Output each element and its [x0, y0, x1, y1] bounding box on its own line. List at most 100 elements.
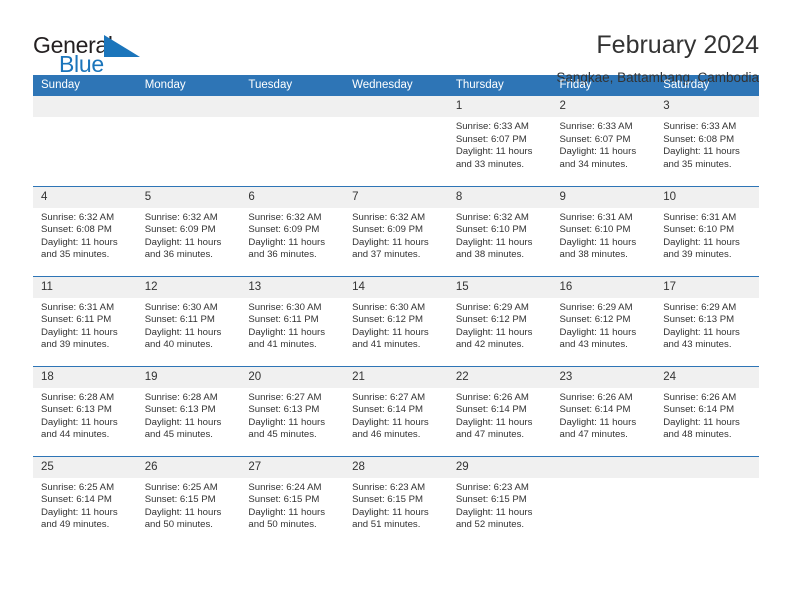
calendar-day-cell[interactable]: 17 Sunrise: 6:29 AM Sunset: 6:13 PM Dayligh…: [655, 275, 759, 366]
daylight-duration-line1: Daylight: 11 hours: [248, 236, 326, 248]
sunset-time: Sunset: 6:12 PM: [352, 314, 424, 326]
daylight-duration-line1: Daylight: 11 hours: [144, 326, 222, 338]
day-number: 26: [136, 456, 241, 478]
daylight-duration-line1: Daylight: 11 hours: [455, 146, 533, 158]
daylight-duration-line1: Daylight: 11 hours: [559, 146, 637, 158]
sunrise-time: Sunrise: 6:32 AM: [248, 211, 322, 223]
daylight-duration-line2: and 35 minutes.: [41, 249, 110, 261]
day-number: 16: [551, 276, 656, 298]
daylight-duration-line1: Daylight: 11 hours: [352, 506, 429, 518]
day-number: 8: [447, 186, 552, 208]
calendar-day-cell[interactable]: 1 Sunrise: 6:33 AM Sunset: 6:07 PM Daylight…: [447, 96, 552, 186]
daylight-duration-line1: Daylight: 11 hours: [248, 326, 326, 338]
sunrise-time: Sunrise: 6:31 AM: [663, 211, 737, 223]
daylight-duration-line1: Daylight: 11 hours: [455, 236, 533, 248]
daylight-duration-line2: and 34 minutes.: [559, 158, 628, 170]
sunset-time: Sunset: 6:15 PM: [455, 494, 527, 506]
daylight-duration-line1: Daylight: 11 hours: [41, 506, 118, 518]
calendar-day-cell[interactable]: 10 Sunrise: 6:31 AM Sunset: 6:10 PM Dayligh…: [655, 185, 759, 276]
sunset-time: Sunset: 6:13 PM: [41, 404, 112, 416]
daylight-duration-line1: Daylight: 11 hours: [248, 506, 326, 518]
calendar-day-cell[interactable]: 9 Sunrise: 6:31 AM Sunset: 6:10 PM Daylight…: [551, 185, 656, 276]
sunrise-time: Sunrise: 6:25 AM: [41, 481, 115, 493]
calendar-day-cell[interactable]: 21 Sunrise: 6:27 AM Sunset: 6:14 PM Dayligh…: [344, 365, 448, 456]
sunset-time: Sunset: 6:08 PM: [663, 133, 735, 145]
calendar-day-cell[interactable]: 12 Sunrise: 6:30 AM Sunset: 6:11 PM Dayligh…: [136, 275, 241, 366]
calendar-day-cell[interactable]: 25 Sunrise: 6:25 AM Sunset: 6:14 PM Dayligh…: [33, 455, 137, 546]
calendar-body: 1 Sunrise: 6:33 AM Sunset: 6:07 PM Daylight…: [33, 96, 759, 546]
calendar-day-cell[interactable]: 27 Sunrise: 6:24 AM Sunset: 6:15 PM Dayligh…: [240, 455, 345, 546]
day-details: Sunrise: 6:33 AM Sunset: 6:08 PM Daylight:…: [655, 117, 759, 171]
calendar-day-cell[interactable]: 22 Sunrise: 6:26 AM Sunset: 6:14 PM Dayligh…: [447, 365, 552, 456]
calendar-day-cell[interactable]: 19 Sunrise: 6:28 AM Sunset: 6:13 PM Dayligh…: [136, 365, 241, 456]
day-details: Sunrise: 6:32 AM Sunset: 6:09 PM Daylight:…: [344, 208, 448, 262]
calendar-day-cell[interactable]: 26 Sunrise: 6:25 AM Sunset: 6:15 PM Dayligh…: [136, 455, 241, 546]
calendar-day-cell[interactable]: 18 Sunrise: 6:28 AM Sunset: 6:13 PM Dayligh…: [33, 365, 137, 456]
sunrise-time: Sunrise: 6:29 AM: [455, 301, 529, 313]
sunrise-time: Sunrise: 6:32 AM: [455, 211, 529, 223]
calendar-day-cell[interactable]: 16 Sunrise: 6:29 AM Sunset: 6:12 PM Dayligh…: [551, 275, 656, 366]
sunrise-sunset-calendar: Sunday Monday Tuesday Wednesday Thursday Frid…: [33, 75, 759, 546]
calendar-day-cell[interactable]: 23 Sunrise: 6:26 AM Sunset: 6:14 PM Dayligh…: [551, 365, 656, 456]
day-number: 22: [447, 366, 552, 388]
day-number: [344, 96, 448, 117]
daylight-duration-line2: and 42 minutes.: [455, 339, 525, 351]
daylight-duration-line2: and 50 minutes.: [144, 519, 213, 531]
daylight-duration-line2: and 51 minutes.: [352, 519, 421, 531]
general-blue-logo[interactable]: General Blue: [33, 30, 145, 78]
page-title: February 2024: [596, 31, 759, 59]
sunrise-time: Sunrise: 6:32 AM: [144, 211, 218, 223]
daylight-duration-line1: Daylight: 11 hours: [455, 416, 533, 428]
daylight-duration-line1: Daylight: 11 hours: [559, 416, 637, 428]
calendar-day-cell[interactable]: 5 Sunrise: 6:32 AM Sunset: 6:09 PM Daylight…: [136, 185, 241, 276]
day-number: 21: [344, 366, 448, 388]
sunset-time: Sunset: 6:14 PM: [559, 404, 631, 416]
sunrise-time: Sunrise: 6:28 AM: [41, 391, 115, 403]
calendar-day-cell[interactable]: 14 Sunrise: 6:30 AM Sunset: 6:12 PM Dayligh…: [344, 275, 448, 366]
day-details: Sunrise: 6:26 AM Sunset: 6:14 PM Daylight:…: [655, 388, 759, 442]
calendar-cell-empty: [136, 96, 241, 186]
daylight-duration-line1: Daylight: 11 hours: [144, 416, 222, 428]
calendar-day-cell[interactable]: 29 Sunrise: 6:23 AM Sunset: 6:15 PM Dayligh…: [447, 455, 552, 546]
day-details: Sunrise: 6:27 AM Sunset: 6:13 PM Daylight:…: [240, 388, 344, 442]
sunrise-time: Sunrise: 6:23 AM: [455, 481, 529, 493]
daylight-duration-line2: and 39 minutes.: [663, 249, 732, 261]
calendar-day-cell[interactable]: 2 Sunrise: 6:33 AM Sunset: 6:07 PM Daylight…: [551, 96, 656, 186]
day-details: Sunrise: 6:25 AM Sunset: 6:14 PM Daylight:…: [33, 478, 137, 532]
calendar-day-cell[interactable]: 11 Sunrise: 6:31 AM Sunset: 6:11 PM Dayligh…: [33, 275, 137, 366]
sunset-time: Sunset: 6:14 PM: [41, 494, 112, 506]
calendar-cell-empty: [551, 455, 656, 546]
day-number: 29: [447, 456, 552, 478]
calendar-day-cell[interactable]: 20 Sunrise: 6:27 AM Sunset: 6:13 PM Dayligh…: [240, 365, 345, 456]
sunrise-time: Sunrise: 6:32 AM: [41, 211, 115, 223]
calendar-day-cell[interactable]: 24 Sunrise: 6:26 AM Sunset: 6:14 PM Dayligh…: [655, 365, 759, 456]
sunrise-time: Sunrise: 6:27 AM: [248, 391, 322, 403]
sunrise-time: Sunrise: 6:26 AM: [559, 391, 633, 403]
day-details: Sunrise: 6:31 AM Sunset: 6:10 PM Daylight:…: [655, 208, 759, 262]
day-number: 17: [655, 276, 759, 298]
daylight-duration-line1: Daylight: 11 hours: [41, 326, 118, 338]
day-number: 1: [447, 96, 552, 117]
day-number: 19: [136, 366, 241, 388]
sunset-time: Sunset: 6:10 PM: [455, 224, 527, 236]
daylight-duration-line2: and 41 minutes.: [248, 339, 317, 351]
sunset-time: Sunset: 6:14 PM: [663, 404, 735, 416]
calendar-day-cell[interactable]: 6 Sunrise: 6:32 AM Sunset: 6:09 PM Daylight…: [240, 185, 345, 276]
calendar-day-cell[interactable]: 7 Sunrise: 6:32 AM Sunset: 6:09 PM Daylight…: [344, 185, 448, 276]
day-details: Sunrise: 6:33 AM Sunset: 6:07 PM Daylight:…: [448, 117, 552, 171]
calendar-day-cell[interactable]: 13 Sunrise: 6:30 AM Sunset: 6:11 PM Dayligh…: [240, 275, 345, 366]
sunset-time: Sunset: 6:11 PM: [248, 314, 319, 326]
calendar-day-cell[interactable]: 4 Sunrise: 6:32 AM Sunset: 6:08 PM Daylight…: [33, 185, 137, 276]
calendar-day-cell[interactable]: 8 Sunrise: 6:32 AM Sunset: 6:10 PM Daylight…: [447, 185, 552, 276]
sunset-time: Sunset: 6:09 PM: [144, 224, 216, 236]
daylight-duration-line2: and 41 minutes.: [352, 339, 421, 351]
day-details: Sunrise: 6:23 AM Sunset: 6:15 PM Daylight:…: [344, 478, 448, 532]
sunrise-time: Sunrise: 6:31 AM: [559, 211, 633, 223]
calendar-day-cell[interactable]: 15 Sunrise: 6:29 AM Sunset: 6:12 PM Dayligh…: [447, 275, 552, 366]
calendar-cell-empty: [240, 96, 345, 186]
day-details: Sunrise: 6:24 AM Sunset: 6:15 PM Daylight:…: [240, 478, 344, 532]
calendar-day-cell[interactable]: 3 Sunrise: 6:33 AM Sunset: 6:08 PM Daylight…: [655, 96, 759, 186]
calendar-day-cell[interactable]: 28 Sunrise: 6:23 AM Sunset: 6:15 PM Dayligh…: [344, 455, 448, 546]
page-header: General Blue February 2024 Sangkae, Batt…: [33, 0, 759, 85]
daylight-duration-line2: and 47 minutes.: [455, 429, 525, 441]
